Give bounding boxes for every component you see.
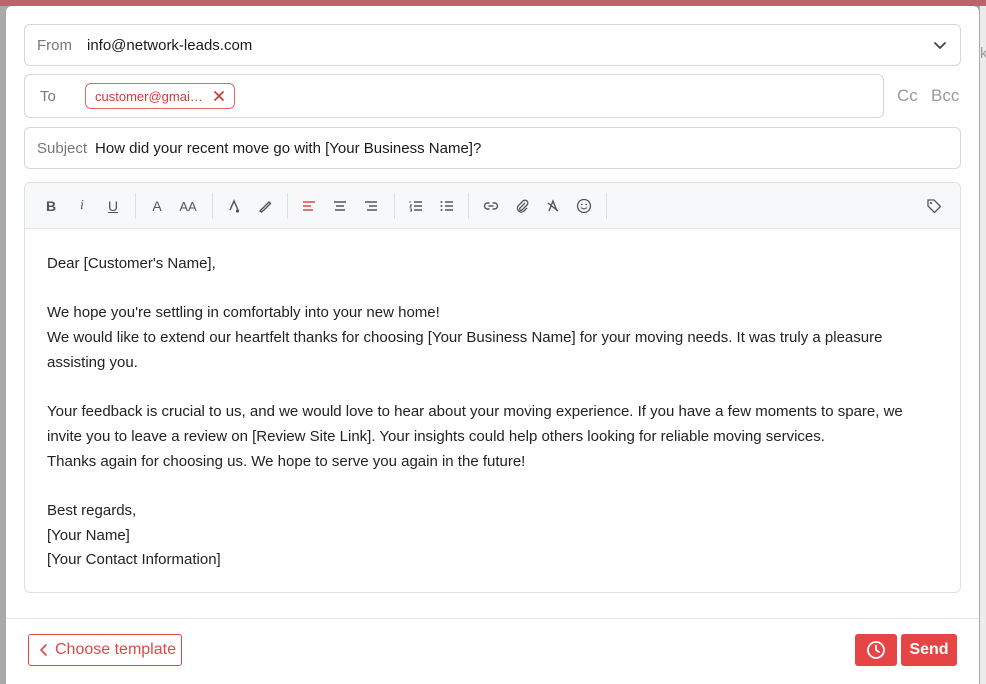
- underline-button[interactable]: U: [103, 196, 123, 216]
- attachment-icon[interactable]: [512, 196, 532, 216]
- recipient-chip[interactable]: customer@gmai…: [85, 83, 235, 109]
- bold-button[interactable]: B: [41, 196, 61, 216]
- emoji-icon[interactable]: [574, 196, 594, 216]
- body-signature-contact: [Your Contact Information]: [47, 551, 221, 569]
- body-line: Thanks again for choosing us. We hope to…: [47, 452, 526, 470]
- toolbar-divider: [135, 193, 136, 219]
- subject-label: Subject: [37, 139, 88, 157]
- clock-icon: [867, 641, 885, 659]
- schedule-send-button[interactable]: [855, 634, 897, 666]
- from-label: From: [37, 36, 72, 54]
- subject-field[interactable]: Subject How did your recent move go with…: [24, 127, 961, 169]
- font-case-button[interactable]: AA: [178, 196, 198, 216]
- align-right-icon[interactable]: [361, 196, 381, 216]
- body-line: Your feedback is crucial to us, and we w…: [47, 403, 903, 421]
- ordered-list-icon[interactable]: [406, 196, 426, 216]
- toolbar-divider: [287, 193, 288, 219]
- clear-formatting-icon[interactable]: [543, 196, 563, 216]
- toolbar-divider: [394, 193, 395, 219]
- from-value: info@network-leads.com: [87, 36, 253, 54]
- body-signature-name: [Your Name]: [47, 526, 130, 544]
- to-field[interactable]: To customer@gmai…: [24, 74, 884, 118]
- choose-template-label: Choose template: [55, 641, 176, 658]
- recipient-email: customer@gmai…: [95, 88, 203, 104]
- body-line: assisting you.: [47, 353, 138, 371]
- body-line: We hope you're settling in comfortably i…: [47, 304, 440, 322]
- email-editor: B i U A AA Dear [Customer's Name], We ho…: [24, 182, 961, 593]
- remove-recipient-icon[interactable]: [213, 90, 225, 102]
- body-greeting: Dear [Customer's Name],: [47, 255, 216, 272]
- cc-button[interactable]: Cc: [897, 86, 918, 106]
- toolbar-divider: [606, 193, 607, 219]
- compose-email-modal: From info@network-leads.com To customer@…: [6, 6, 979, 684]
- chevron-left-icon: [40, 644, 47, 656]
- subject-value: How did your recent move go with [Your B…: [95, 139, 482, 157]
- align-left-icon[interactable]: [299, 196, 319, 216]
- text-color-icon[interactable]: [224, 196, 244, 216]
- tag-icon[interactable]: [924, 196, 944, 216]
- align-center-icon[interactable]: [330, 196, 350, 216]
- to-label: To: [40, 87, 56, 105]
- choose-template-button[interactable]: Choose template: [28, 634, 182, 666]
- link-icon[interactable]: [481, 196, 501, 216]
- background-page-edge: [980, 6, 986, 684]
- background-text-fragment: k: [980, 45, 986, 62]
- bcc-button[interactable]: Bcc: [931, 86, 959, 106]
- modal-footer: Choose template Send: [6, 618, 979, 684]
- italic-button[interactable]: i: [72, 196, 92, 216]
- highlight-icon[interactable]: [255, 196, 275, 216]
- body-line: We would like to extend our heartfelt th…: [47, 329, 883, 347]
- editor-toolbar: B i U A AA: [25, 183, 960, 229]
- toolbar-divider: [468, 193, 469, 219]
- email-body[interactable]: Dear [Customer's Name], We hope you're s…: [25, 229, 960, 573]
- body-closing: Best regards,: [47, 501, 137, 519]
- send-button[interactable]: Send: [901, 634, 957, 666]
- body-line: invite you to leave a review on [Review …: [47, 427, 825, 445]
- bullet-list-icon[interactable]: [437, 196, 457, 216]
- toolbar-divider: [212, 193, 213, 219]
- font-size-button[interactable]: A: [147, 196, 167, 216]
- chevron-down-icon[interactable]: [932, 37, 948, 53]
- from-select[interactable]: From info@network-leads.com: [24, 24, 961, 66]
